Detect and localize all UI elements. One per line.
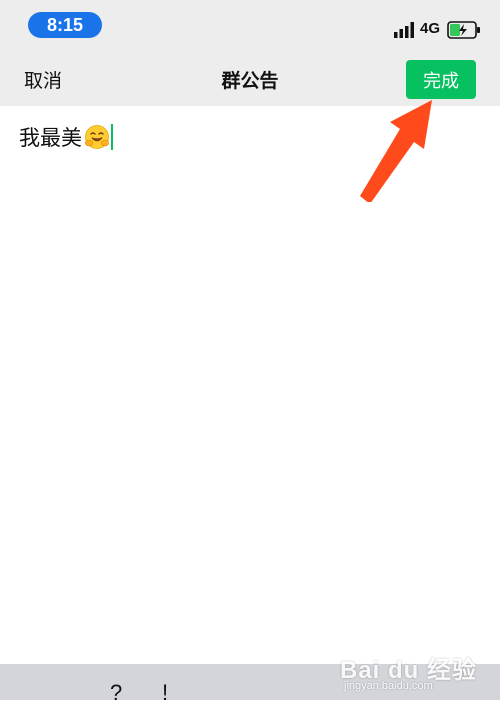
key-exclamation-mark[interactable]: !	[162, 680, 168, 706]
status-bar: 8:15 4G	[0, 0, 500, 50]
announcement-text[interactable]: 我最美	[19, 122, 113, 152]
status-time: 8:15	[28, 12, 102, 38]
done-button[interactable]: 完成	[406, 60, 476, 99]
signal-icon	[394, 22, 414, 38]
navigation-bar: 取消 群公告 完成	[0, 50, 500, 106]
keyboard: ? !	[0, 664, 500, 705]
cancel-button[interactable]: 取消	[24, 66, 62, 93]
announcement-editor[interactable]: 我最美	[0, 106, 500, 664]
battery-charging-icon	[447, 21, 480, 39]
key-question-mark[interactable]: ?	[110, 680, 122, 706]
announcement-text-content: 我最美	[19, 126, 82, 150]
text-cursor	[111, 124, 113, 150]
network-type: 4G	[420, 20, 441, 37]
hugging-face-emoji-icon	[85, 125, 109, 149]
